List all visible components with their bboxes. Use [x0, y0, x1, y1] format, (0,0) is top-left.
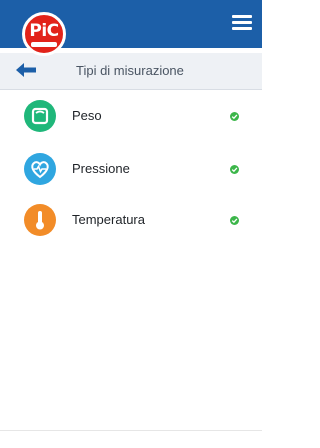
item-label: Peso: [72, 108, 102, 123]
check-icon: [230, 216, 239, 225]
list-item-peso[interactable]: Peso: [0, 96, 262, 136]
list-item-pressione[interactable]: Pressione: [0, 149, 262, 189]
list-item-temperatura[interactable]: Temperatura: [0, 200, 262, 240]
page-header: Tipi di misurazione: [0, 53, 262, 90]
logo-text: PiC: [29, 21, 59, 41]
pic-logo: PiC: [22, 12, 66, 56]
heart-pulse-icon: [24, 153, 56, 185]
scale-icon: [24, 100, 56, 132]
bottom-divider: [0, 430, 262, 431]
check-icon: [230, 165, 239, 174]
check-icon: [230, 112, 239, 121]
item-label: Pressione: [72, 161, 130, 176]
arrow-left-icon[interactable]: [14, 61, 38, 79]
item-label: Temperatura: [72, 212, 145, 227]
page-title: Tipi di misurazione: [76, 63, 184, 78]
logo-underline: [31, 42, 57, 47]
hamburger-menu-icon[interactable]: [232, 15, 252, 31]
thermometer-icon: [24, 204, 56, 236]
